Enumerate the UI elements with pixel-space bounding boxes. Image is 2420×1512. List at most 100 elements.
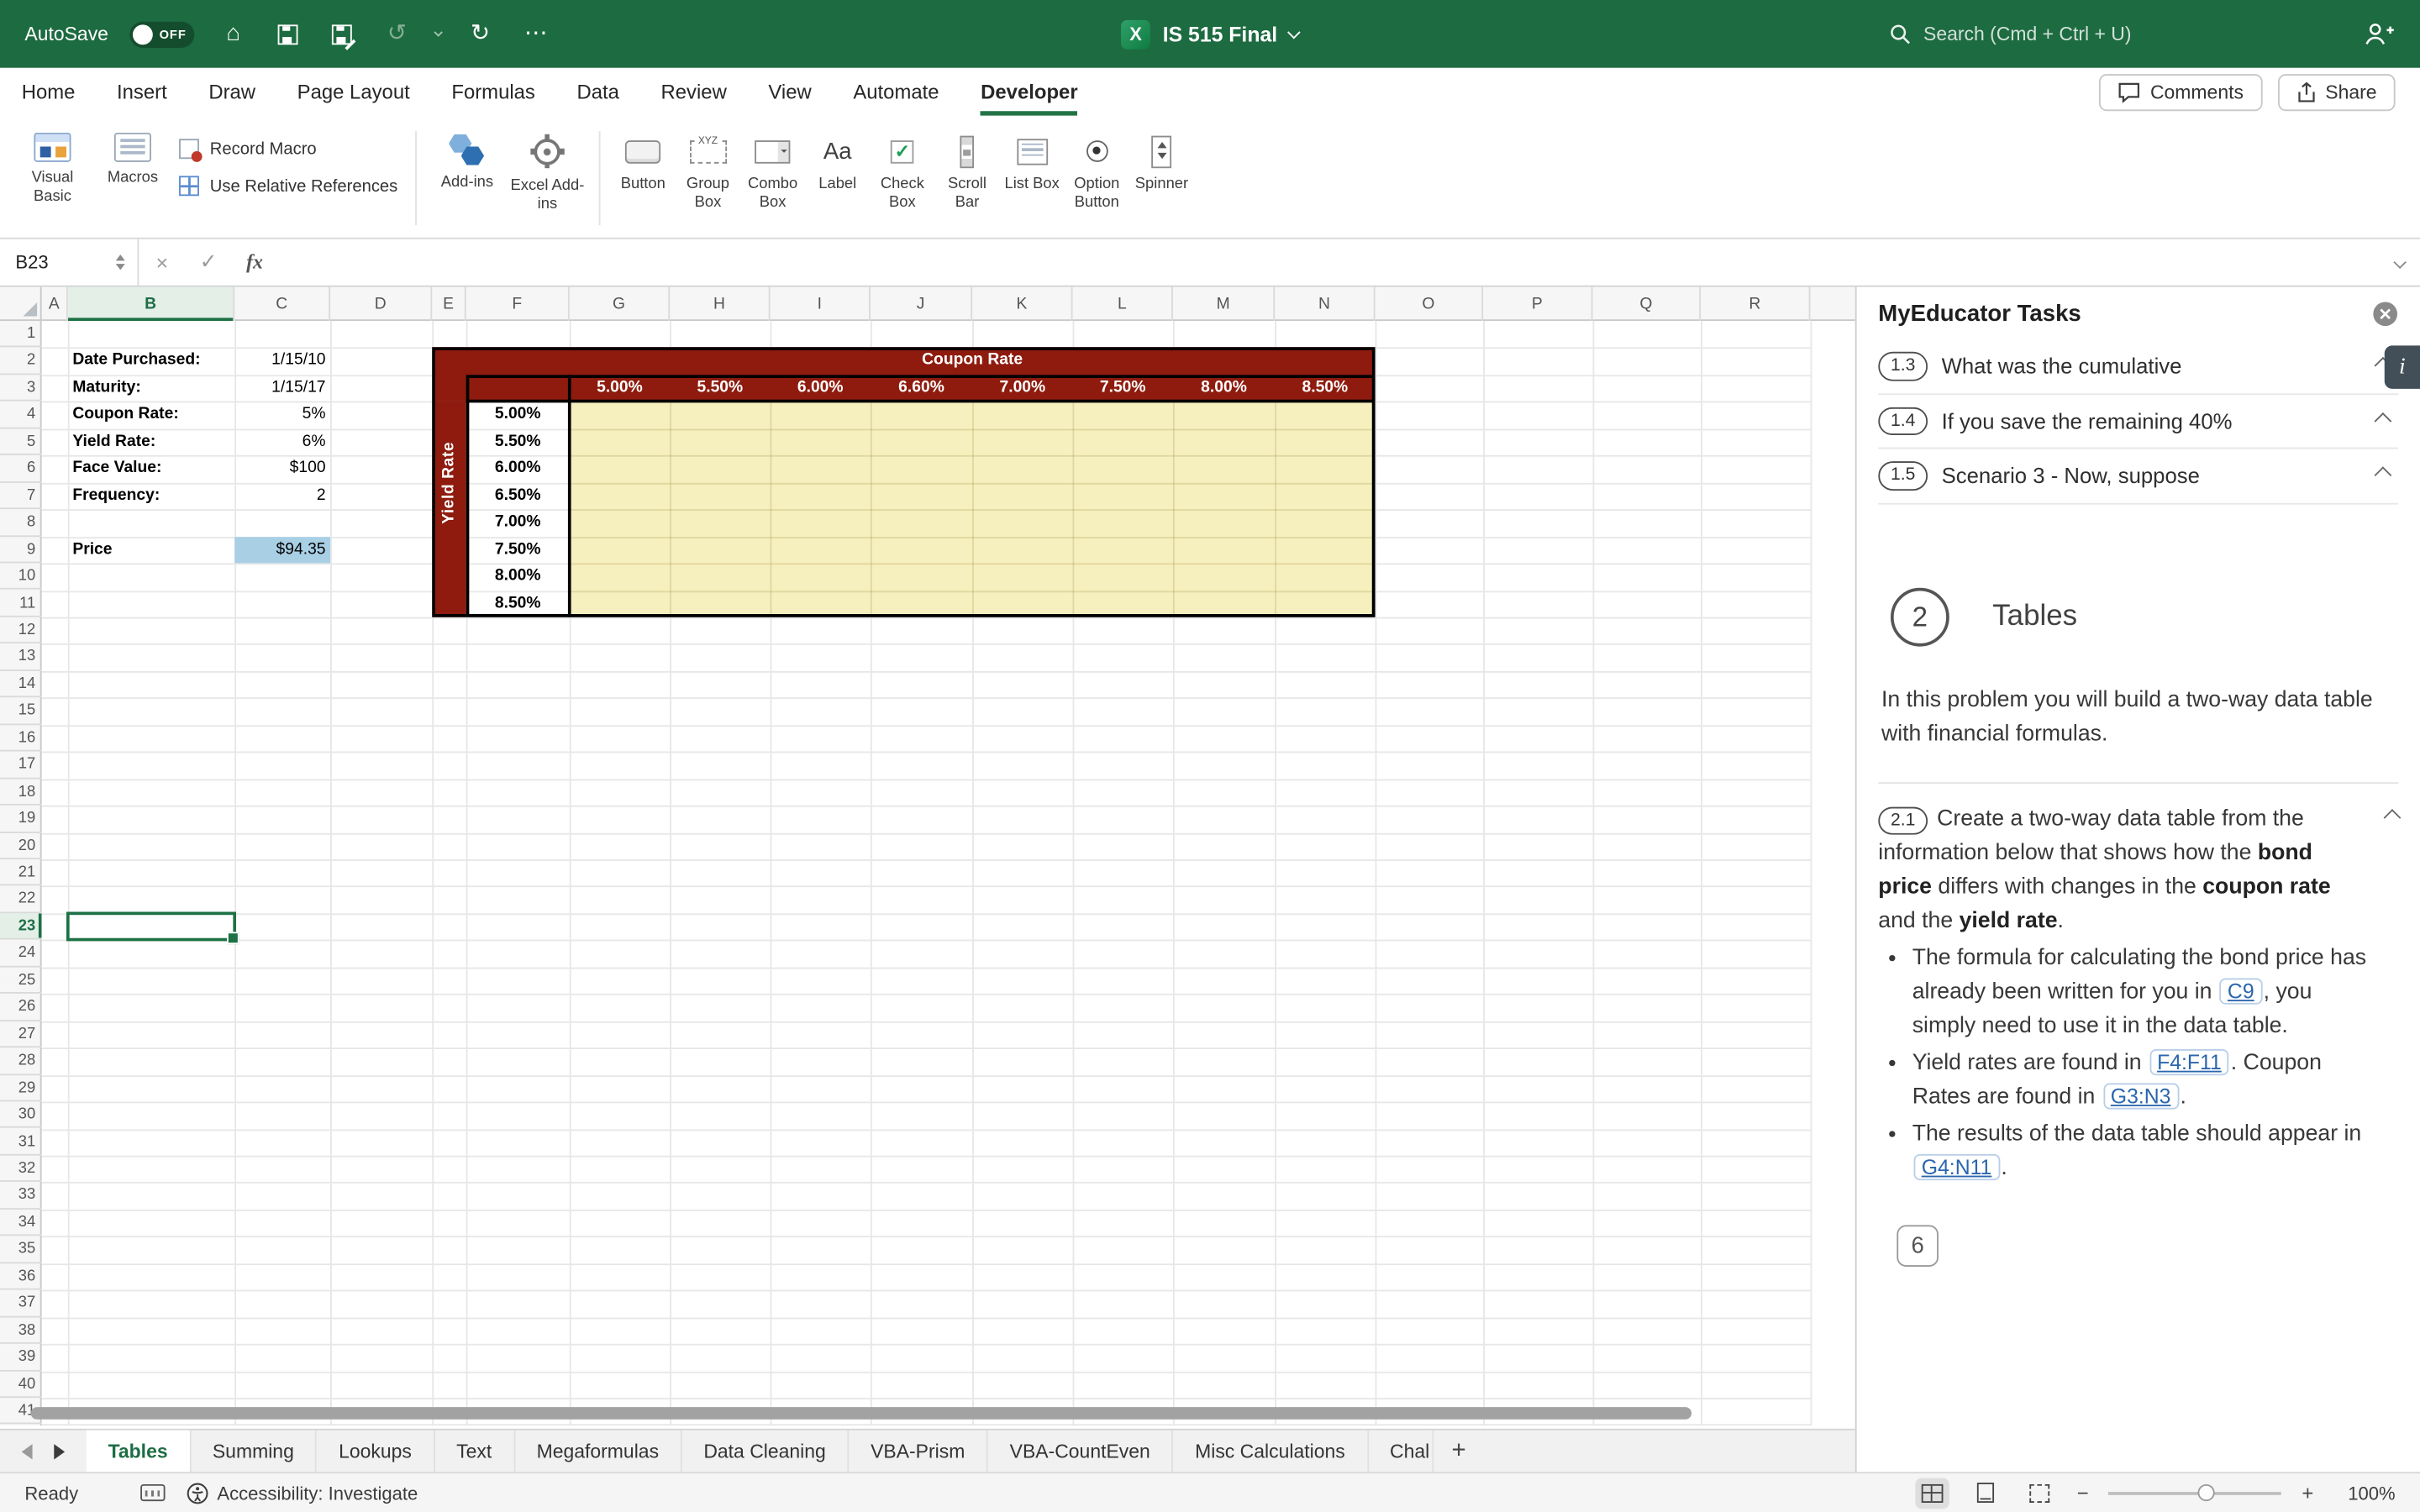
task-2-1[interactable]: 2.1Create a two-way data table from the … [1878,801,2398,1184]
tab-developer[interactable]: Developer [981,68,1077,116]
column-header-O[interactable]: O [1376,287,1484,321]
row-header-2[interactable]: 2 [0,348,42,375]
row-header-5[interactable]: 5 [0,428,42,455]
zoom-slider-knob[interactable] [2198,1483,2215,1500]
row-header-37[interactable]: 37 [0,1290,42,1317]
macros-button[interactable]: Macros [92,118,173,187]
row-header-25[interactable]: 25 [0,967,42,994]
enter-icon[interactable]: ✓ [185,250,231,275]
row-header-4[interactable]: 4 [0,402,42,428]
task-item-1-3[interactable]: 1.3 What was the cumulative [1878,339,2398,394]
tab-insert[interactable]: Insert [117,68,167,116]
row-header-23[interactable]: 23 [0,913,42,940]
tab-view[interactable]: View [768,68,811,116]
spinner-control[interactable]: Spinner [1129,118,1194,193]
row-header-27[interactable]: 27 [0,1021,42,1047]
sheet-tab-text[interactable]: Text [434,1431,514,1473]
group-box-control[interactable]: Group Box [676,118,740,211]
row-header-40[interactable]: 40 [0,1371,42,1398]
row-header-22[interactable]: 22 [0,886,42,913]
row-header-26[interactable]: 26 [0,994,42,1021]
row-header-6[interactable]: 6 [0,455,42,482]
option-button-control[interactable]: Option Button [1065,118,1129,211]
column-header-L[interactable]: L [1073,287,1173,321]
save-as-icon[interactable] [332,24,352,44]
selection-B23[interactable] [66,911,236,942]
name-box[interactable]: B23 [0,239,139,286]
row-header-33[interactable]: 33 [0,1183,42,1210]
view-page-layout-button[interactable] [1969,1478,2002,1509]
chevron-up-icon[interactable] [2375,467,2392,485]
sheet-scroll-left-icon[interactable] [22,1443,33,1458]
share-button[interactable]: Share [2277,73,2395,110]
cell-C9[interactable]: $94.35 [234,536,330,563]
column-header-B[interactable]: B [68,287,234,321]
tab-automate[interactable]: Automate [853,68,939,116]
column-header-D[interactable]: D [330,287,432,321]
close-icon[interactable] [2372,300,2398,326]
row-header-24[interactable]: 24 [0,940,42,967]
row-header-9[interactable]: 9 [0,536,42,563]
cell-C6[interactable]: $100 [234,455,330,482]
row-header-29[interactable]: 29 [0,1074,42,1101]
chevron-down-icon[interactable] [434,28,443,36]
task-item-1-4[interactable]: 1.4 If you save the remaining 40% [1878,394,2398,449]
combo-box-control[interactable]: Combo Box [740,118,805,211]
row-header-36[interactable]: 36 [0,1263,42,1290]
horizontal-scrollbar[interactable] [31,1407,1691,1420]
more-icon[interactable]: ⋯ [519,15,553,52]
info-icon[interactable]: i [2385,345,2420,388]
zoom-out-button[interactable]: − [2077,1481,2089,1504]
row-header-1[interactable]: 1 [0,321,42,348]
cell-C3[interactable]: 1/15/17 [234,375,330,402]
cell-B2[interactable]: Date Purchased: [68,348,234,375]
column-header-G[interactable]: G [570,287,670,321]
excel-add-ins-button[interactable]: Excel Add-ins [508,118,588,213]
range-chip[interactable]: C9 [2220,978,2262,1004]
cancel-icon[interactable]: × [139,250,185,274]
share-people-icon[interactable] [2363,22,2396,46]
range-chip[interactable]: F4:F11 [2149,1048,2229,1074]
row-header-35[interactable]: 35 [0,1236,42,1263]
autosave-toggle[interactable]: OFF [130,21,195,47]
formula-input[interactable] [278,239,2381,286]
cell-B7[interactable]: Frequency: [68,482,234,509]
row-header-17[interactable]: 17 [0,752,42,779]
search-input[interactable]: Search (Cmd + Ctrl + U) [1890,24,2132,45]
sheet-tab-clipped[interactable]: Chal [1368,1431,1433,1473]
tab-formulas[interactable]: Formulas [451,68,535,116]
chevron-up-icon[interactable] [2375,412,2392,430]
row-header-30[interactable]: 30 [0,1102,42,1129]
sheet-scroll-right-icon[interactable] [54,1443,65,1458]
add-sheet-button[interactable]: + [1433,1431,1484,1473]
tab-home[interactable]: Home [22,68,76,116]
row-header-13[interactable]: 13 [0,644,42,671]
row-header-21[interactable]: 21 [0,859,42,886]
cell-C4[interactable]: 5% [234,402,330,428]
accessibility-status[interactable]: Accessibility: Investigate [187,1482,418,1504]
row-header-32[interactable]: 32 [0,1156,42,1183]
zoom-in-button[interactable]: + [2302,1481,2313,1504]
row-header-38[interactable]: 38 [0,1317,42,1344]
column-header-E[interactable]: E [432,287,466,321]
tab-review[interactable]: Review [661,68,727,116]
column-header-H[interactable]: H [670,287,770,321]
chevron-up-icon[interactable] [2384,808,2402,826]
column-header-A[interactable]: A [42,287,68,321]
row-header-8[interactable]: 8 [0,509,42,536]
row-header-19[interactable]: 19 [0,806,42,832]
progress-badge[interactable]: 6 [1897,1224,1939,1266]
spreadsheet-grid[interactable]: ABCDEFGHIJKLMNOPQR1234567891011121314151… [0,287,1855,1429]
column-header-K[interactable]: K [972,287,1072,321]
row-header-7[interactable]: 7 [0,482,42,509]
column-header-I[interactable]: I [771,287,871,321]
column-header-Q[interactable]: Q [1593,287,1702,321]
scroll-bar-control[interactable]: Scroll Bar [934,118,999,211]
cell-C2[interactable]: 1/15/10 [234,348,330,375]
use-relative-references-button[interactable]: Use Relative References [179,176,397,196]
range-chip[interactable]: G4:N11 [1914,1153,2000,1179]
name-box-stepper[interactable] [116,250,129,275]
range-chip[interactable]: G3:N3 [2103,1082,2179,1108]
cell-B4[interactable]: Coupon Rate: [68,402,234,428]
row-header-14[interactable]: 14 [0,671,42,698]
